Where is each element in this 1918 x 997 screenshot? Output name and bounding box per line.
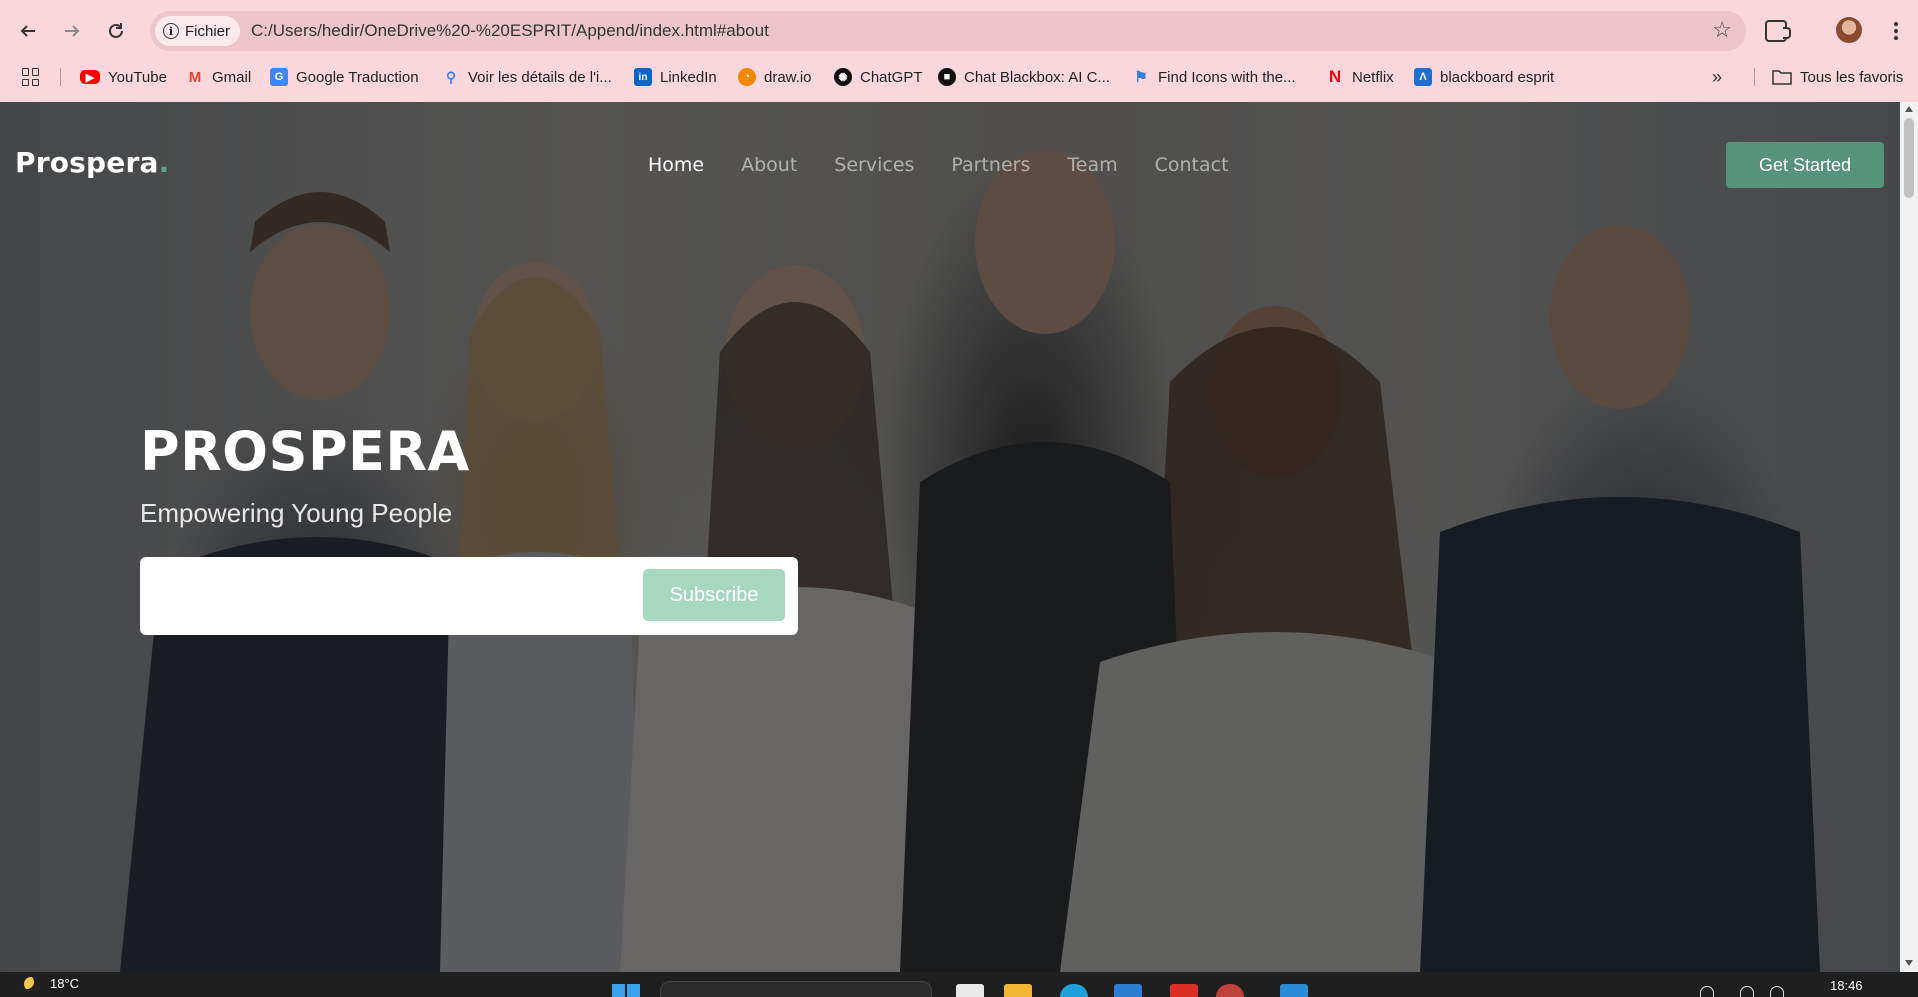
- clock[interactable]: 18:46: [1830, 978, 1863, 993]
- bookmarks-bar: ▶ YouTube M Gmail G Google Traduction ⚲ …: [0, 60, 1918, 94]
- more-bookmarks-icon[interactable]: »: [1712, 60, 1722, 94]
- get-started-button[interactable]: Get Started: [1726, 142, 1884, 188]
- blackbox-icon: ■: [938, 68, 956, 86]
- gmail-app-icon[interactable]: [1170, 984, 1198, 997]
- email-input[interactable]: [152, 569, 632, 623]
- nav-contact[interactable]: Contact: [1155, 154, 1229, 176]
- divider: [1754, 68, 1755, 86]
- nav-team[interactable]: Team: [1067, 154, 1117, 176]
- hero-subtitle: Empowering Young People: [140, 498, 453, 528]
- bookmark-label: Voir les détails de l'i...: [468, 68, 612, 86]
- bookmark-voir-details[interactable]: ⚲ Voir les détails de l'i...: [442, 60, 612, 94]
- bookmark-label: Gmail: [212, 68, 252, 86]
- kebab-menu-icon[interactable]: [1888, 16, 1904, 46]
- subscribe-button[interactable]: Subscribe: [643, 569, 785, 621]
- nav-partners[interactable]: Partners: [951, 154, 1030, 176]
- bookmark-label: YouTube: [108, 68, 167, 86]
- weather-widget[interactable]: 18°C: [24, 976, 79, 991]
- store-icon[interactable]: [1114, 984, 1142, 997]
- apps-grid-icon[interactable]: [22, 68, 40, 86]
- bookmark-blackbox[interactable]: ■ Chat Blackbox: AI C...: [938, 60, 1110, 94]
- hero-dark-overlay: [0, 102, 1918, 972]
- page-scrollbar[interactable]: [1900, 102, 1918, 972]
- star-icon[interactable]: ☆: [1712, 19, 1732, 41]
- bookmark-youtube[interactable]: ▶ YouTube: [80, 60, 167, 94]
- nav-services[interactable]: Services: [834, 154, 914, 176]
- bookmark-netflix[interactable]: N Netflix: [1326, 60, 1394, 94]
- bookmark-find-icons[interactable]: ⚑ Find Icons with the...: [1132, 60, 1296, 94]
- avatar[interactable]: [1836, 17, 1862, 43]
- flag-icon: ⚑: [1134, 69, 1148, 86]
- scroll-down-icon[interactable]: [1905, 960, 1913, 966]
- page-viewport: Prospera. Home About Services Partners T…: [0, 102, 1918, 972]
- blackboard-icon: Λ: [1414, 68, 1432, 86]
- bookmark-label: Chat Blackbox: AI C...: [964, 68, 1110, 86]
- bookmark-chatgpt[interactable]: ✺ ChatGPT: [834, 60, 923, 94]
- folder-icon: [1772, 70, 1792, 85]
- site-info-label: Fichier: [185, 22, 231, 40]
- bookmark-label: Find Icons with the...: [1158, 68, 1296, 86]
- bookmark-linkedin[interactable]: in LinkedIn: [634, 60, 717, 94]
- info-icon: i: [163, 23, 179, 39]
- gmail-icon: M: [188, 68, 202, 86]
- main-nav: Home About Services Partners Team Contac…: [648, 154, 1229, 176]
- bookmark-label: draw.io: [764, 68, 812, 86]
- hero-title: PROSPERA: [140, 420, 470, 483]
- bookmark-gmail[interactable]: M Gmail: [186, 60, 251, 94]
- temperature: 18°C: [50, 976, 80, 991]
- all-bookmarks-label: Tous les favoris: [1800, 68, 1904, 86]
- arrow-right-icon: [65, 25, 80, 37]
- bookmark-label: Google Traduction: [296, 68, 419, 86]
- moon-icon: [24, 976, 38, 991]
- scroll-thumb[interactable]: [1904, 118, 1914, 198]
- chrome-icon[interactable]: [1216, 984, 1244, 997]
- logo-dot: .: [158, 146, 170, 179]
- subscribe-form: Subscribe: [140, 557, 798, 635]
- scroll-up-icon[interactable]: [1905, 106, 1913, 112]
- site-info-chip[interactable]: i Fichier: [155, 16, 241, 46]
- edge-icon[interactable]: [1060, 984, 1088, 997]
- back-button[interactable]: [12, 15, 44, 47]
- reload-button[interactable]: [100, 15, 132, 47]
- forward-button[interactable]: [56, 15, 88, 47]
- site-header: Prospera. Home About Services Partners T…: [0, 102, 1918, 202]
- youtube-icon: ▶: [80, 70, 100, 84]
- folder-icon[interactable]: [1004, 984, 1032, 997]
- reload-icon: [109, 23, 123, 38]
- netflix-icon: N: [1328, 67, 1342, 86]
- puzzle-icon[interactable]: [1765, 20, 1791, 42]
- nav-about[interactable]: About: [741, 154, 797, 176]
- taskbar: 18°C 18:46: [0, 972, 1918, 997]
- logo-text: Prospera: [15, 146, 159, 179]
- arrow-left-icon: [20, 25, 35, 37]
- google-translate-icon: G: [270, 68, 288, 86]
- chatgpt-icon: ✺: [834, 68, 852, 86]
- site-logo[interactable]: Prospera.: [15, 146, 169, 179]
- windows-start-icon[interactable]: [612, 984, 640, 997]
- battery-icon[interactable]: [1770, 986, 1784, 997]
- bookmark-label: Netflix: [1352, 68, 1394, 86]
- file-icon[interactable]: [956, 984, 984, 997]
- url-text[interactable]: C:/Users/hedir/OneDrive%20-%20ESPRIT/App…: [251, 11, 769, 51]
- vscode-icon[interactable]: [1280, 984, 1308, 997]
- address-bar-row: i Fichier C:/Users/hedir/OneDrive%20-%20…: [0, 8, 1918, 54]
- omnibox[interactable]: i Fichier C:/Users/hedir/OneDrive%20-%20…: [150, 11, 1746, 51]
- linkedin-icon: in: [634, 68, 652, 86]
- search-icon: ⚲: [445, 68, 457, 85]
- bookmark-google-translate[interactable]: G Google Traduction: [270, 60, 419, 94]
- bookmark-label: blackboard esprit: [1440, 68, 1555, 86]
- volume-icon[interactable]: [1740, 986, 1754, 997]
- browser-chrome: i Fichier C:/Users/hedir/OneDrive%20-%20…: [0, 0, 1918, 102]
- all-bookmarks-folder[interactable]: Tous les favoris: [1772, 60, 1903, 94]
- taskbar-search[interactable]: [660, 981, 932, 997]
- bookmark-blackboard[interactable]: Λ blackboard esprit: [1414, 60, 1554, 94]
- divider: [60, 68, 61, 86]
- bookmark-drawio[interactable]: ◔ draw.io: [738, 60, 812, 94]
- wifi-icon[interactable]: [1700, 986, 1714, 997]
- drawio-icon: ◔: [738, 68, 756, 86]
- bookmark-label: ChatGPT: [860, 68, 923, 86]
- nav-home[interactable]: Home: [648, 154, 704, 176]
- bookmark-label: LinkedIn: [660, 68, 717, 86]
